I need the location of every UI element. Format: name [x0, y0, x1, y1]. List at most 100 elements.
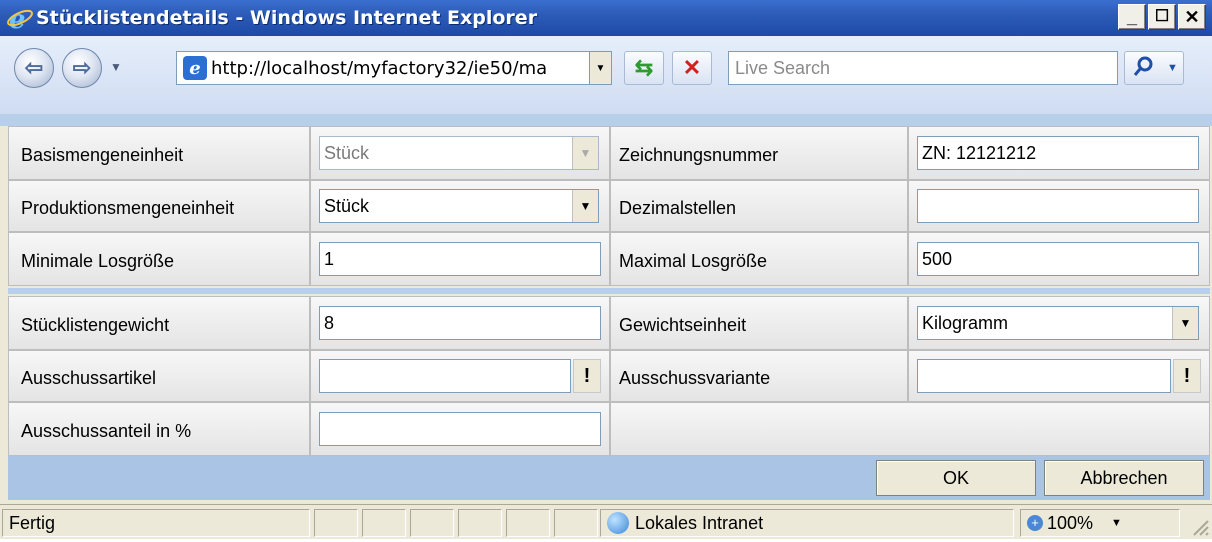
- status-pane: [554, 509, 598, 537]
- ausschussartikel-input[interactable]: [319, 359, 571, 393]
- select-value: Stück: [324, 195, 370, 216]
- button-bar: OK Abbrechen: [8, 456, 1210, 500]
- resize-grip-icon[interactable]: [1186, 513, 1210, 537]
- back-arrow-icon: ⇦: [24, 55, 44, 80]
- zoom-level: 100%: [1047, 512, 1094, 533]
- dezimalstellen-input[interactable]: [917, 189, 1199, 223]
- field-label: Zeichnungsnummer: [619, 145, 779, 165]
- form-value-cell: [310, 402, 610, 456]
- field-label: Dezimalstellen: [619, 198, 737, 218]
- status-pane: [362, 509, 406, 537]
- form-value-cell: Stück ▼: [310, 126, 610, 180]
- zone-pane[interactable]: Lokales Intranet: [600, 509, 1014, 537]
- status-message: Fertig: [9, 512, 56, 533]
- field-label: Gewichtseinheit: [619, 315, 747, 335]
- form-label-cell: Produktionsmengeneinheit: [8, 180, 310, 232]
- field-label: Produktionsmengeneinheit: [21, 198, 235, 218]
- zoom-control[interactable]: + 100% ▼: [1020, 509, 1180, 537]
- search-input[interactable]: Live Search: [728, 51, 1118, 85]
- form-label-cell: Ausschussartikel: [8, 350, 310, 402]
- ie-logo-icon: e: [6, 4, 34, 35]
- close-icon: ✕: [1184, 7, 1200, 27]
- title-bar: e Stücklistendetails - Windows Internet …: [0, 0, 1212, 36]
- address-input[interactable]: http://localhost/myfactory32/ie50/ma: [211, 58, 581, 79]
- stuecklistengewicht-input[interactable]: 8: [319, 306, 601, 340]
- status-text: Fertig: [2, 509, 310, 537]
- form-value-cell: 8: [310, 296, 610, 350]
- form-label-cell: Minimale Losgröße: [8, 232, 310, 286]
- status-pane: [458, 509, 502, 537]
- chevron-down-icon[interactable]: ▼: [1111, 517, 1122, 529]
- form-label-cell: Dezimalstellen: [610, 180, 908, 232]
- field-label: Minimale Losgröße: [21, 251, 175, 271]
- form-label-cell: Maximal Losgröße: [610, 232, 908, 286]
- form-label-cell: Ausschussvariante: [610, 350, 908, 402]
- chevron-down-icon[interactable]: ▼: [572, 190, 598, 222]
- history-dropdown-icon[interactable]: ▼: [110, 60, 122, 74]
- forward-button[interactable]: ⇨: [62, 48, 102, 88]
- minimize-icon: _: [1126, 7, 1137, 27]
- field-label: Ausschussvariante: [619, 368, 771, 388]
- forward-arrow-icon: ⇨: [72, 55, 92, 80]
- address-bar[interactable]: e http://localhost/myfactory32/ie50/ma ▼: [176, 51, 612, 85]
- ausschussvariante-input[interactable]: [917, 359, 1171, 393]
- minimize-button[interactable]: _: [1118, 4, 1146, 30]
- ok-button[interactable]: OK: [876, 460, 1036, 496]
- field-label: Basismengeneinheit: [21, 145, 184, 165]
- close-button[interactable]: ✕: [1178, 4, 1206, 30]
- field-label: Stücklistengewicht: [21, 315, 170, 335]
- stop-button[interactable]: ✕: [672, 51, 712, 85]
- form-label-cell: Gewichtseinheit: [610, 296, 908, 350]
- search-button[interactable]: ▼: [1124, 51, 1184, 85]
- gewichtseinheit-select[interactable]: Kilogramm ▼: [917, 306, 1199, 340]
- form-value-cell: 1: [310, 232, 610, 286]
- form-value-cell: 500: [908, 232, 1210, 286]
- ausschussvariante-lookup-button[interactable]: !: [1173, 359, 1201, 393]
- exclamation-icon: !: [583, 364, 591, 387]
- maximize-button[interactable]: ☐: [1148, 4, 1176, 30]
- navigation-bar: ⇦ ⇨ ▼ e http://localhost/myfactory32/ie5…: [0, 36, 1212, 116]
- chevron-down-icon[interactable]: ▼: [1172, 307, 1198, 339]
- intranet-globe-icon: [607, 512, 629, 534]
- form-value-cell: !: [908, 350, 1210, 402]
- nav-separator: [0, 114, 1212, 126]
- select-value: Stück: [324, 142, 370, 163]
- refresh-button[interactable]: ⇆: [624, 51, 664, 85]
- form-label-cell: Basismengeneinheit: [8, 126, 310, 180]
- form-label-cell: Stücklistengewicht: [8, 296, 310, 350]
- ausschussartikel-lookup-button[interactable]: !: [573, 359, 601, 393]
- produktionsmengeneinheit-select[interactable]: Stück ▼: [319, 189, 599, 223]
- zeichnungsnummer-input[interactable]: ZN: 12121212: [917, 136, 1199, 170]
- section-separator: [8, 288, 1210, 294]
- search-placeholder: Live Search: [735, 57, 831, 78]
- window-title: Stücklistendetails - Windows Internet Ex…: [36, 7, 538, 29]
- exclamation-icon: !: [1183, 364, 1191, 387]
- basismengeneinheit-select: Stück ▼: [319, 136, 599, 170]
- status-pane: [314, 509, 358, 537]
- form-value-cell: [908, 180, 1210, 232]
- page-icon: e: [183, 56, 207, 80]
- field-label: Maximal Losgröße: [619, 251, 768, 271]
- status-pane: [410, 509, 454, 537]
- address-dropdown-button[interactable]: ▼: [589, 52, 611, 84]
- form-label-cell: Zeichnungsnummer: [610, 126, 908, 180]
- back-button[interactable]: ⇦: [14, 48, 54, 88]
- chevron-down-icon: ▼: [572, 137, 598, 169]
- maximal-losgroesse-input[interactable]: 500: [917, 242, 1199, 276]
- form-value-cell: ZN: 12121212: [908, 126, 1210, 180]
- field-label: Ausschussanteil in %: [21, 421, 192, 441]
- browser-window: e Stücklistendetails - Windows Internet …: [0, 0, 1212, 539]
- zone-label: Lokales Intranet: [635, 512, 764, 533]
- zoom-icon: +: [1027, 515, 1043, 531]
- minimale-losgroesse-input[interactable]: 1: [319, 242, 601, 276]
- search-options-icon[interactable]: ▼: [1167, 62, 1178, 74]
- search-icon: [1133, 55, 1155, 82]
- ausschussanteil-input[interactable]: [319, 412, 601, 446]
- maximize-icon: ☐: [1154, 8, 1170, 25]
- status-pane: [506, 509, 550, 537]
- select-value: Kilogramm: [922, 312, 1009, 333]
- field-label: Ausschussartikel: [21, 368, 157, 388]
- form-empty-cell: [610, 402, 1210, 456]
- cancel-button[interactable]: Abbrechen: [1044, 460, 1204, 496]
- status-bar: Fertig Lokales Intranet + 100% ▼: [0, 504, 1212, 539]
